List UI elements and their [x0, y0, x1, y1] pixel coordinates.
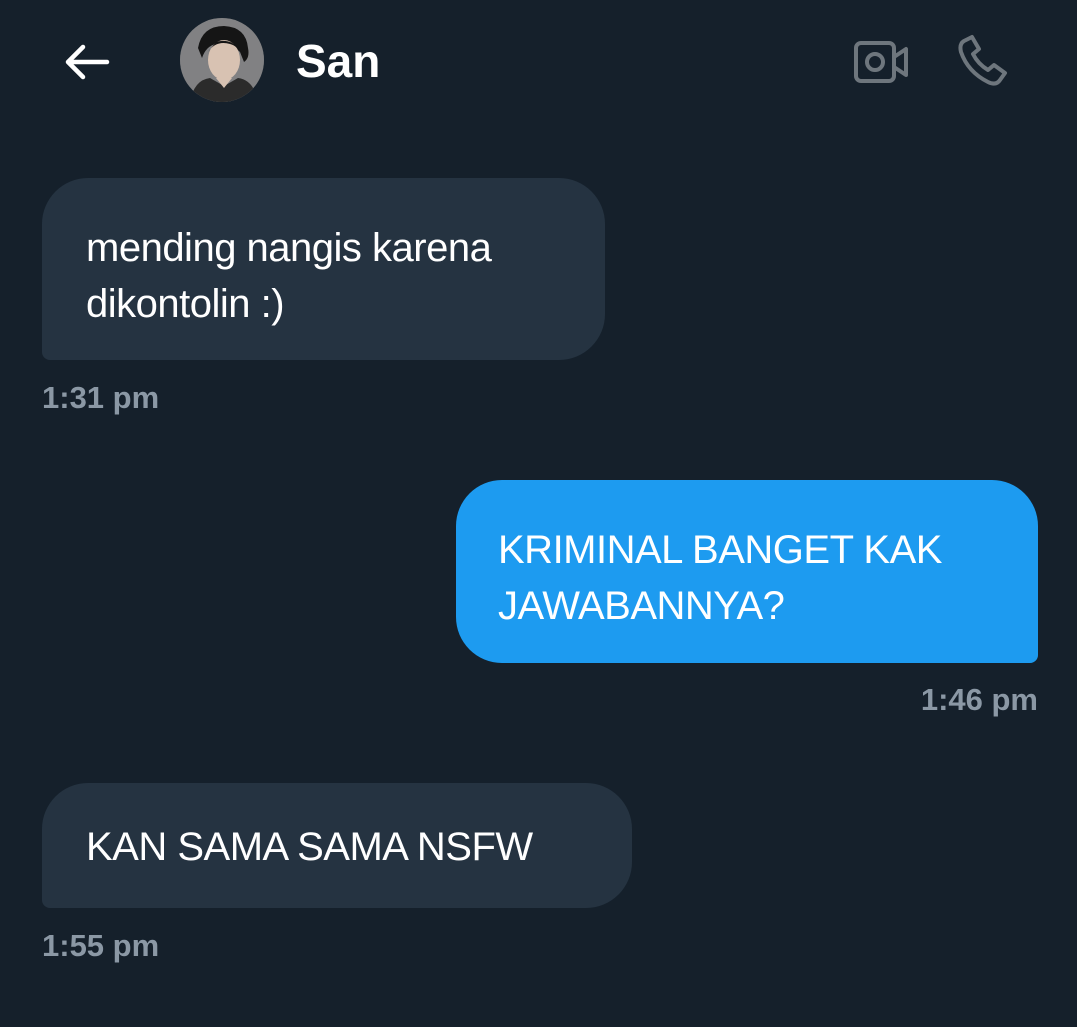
avatar[interactable] [180, 18, 264, 102]
message-bubble-received[interactable]: KAN SAMA SAMA NSFW [42, 783, 632, 908]
message-text: KRIMINAL BANGET KAK JAWABANNYA? [498, 528, 942, 628]
voice-call-button[interactable] [952, 30, 1016, 90]
phone-icon [958, 35, 1007, 86]
message-timestamp: 1:46 pm [920, 682, 1038, 717]
video-camera-icon [854, 41, 908, 83]
message-bubble-sent[interactable]: KRIMINAL BANGET KAK JAWABANNYA? [456, 480, 1038, 663]
chat-screen: San mending nangis karena dikontolin :) … [0, 0, 1077, 1027]
message-bubble-received[interactable]: mending nangis karena dikontolin :) [42, 178, 605, 360]
message-timestamp: 1:55 pm [42, 928, 160, 963]
avatar-photo [180, 18, 264, 102]
arrow-left-icon [65, 44, 110, 80]
message-text: KAN SAMA SAMA NSFW [86, 825, 533, 869]
contact-name[interactable]: San [296, 34, 380, 88]
message-timestamp: 1:31 pm [42, 380, 160, 415]
back-button[interactable] [58, 38, 114, 86]
message-text: mending nangis karena dikontolin :) [86, 226, 492, 326]
video-call-button[interactable] [850, 36, 912, 88]
